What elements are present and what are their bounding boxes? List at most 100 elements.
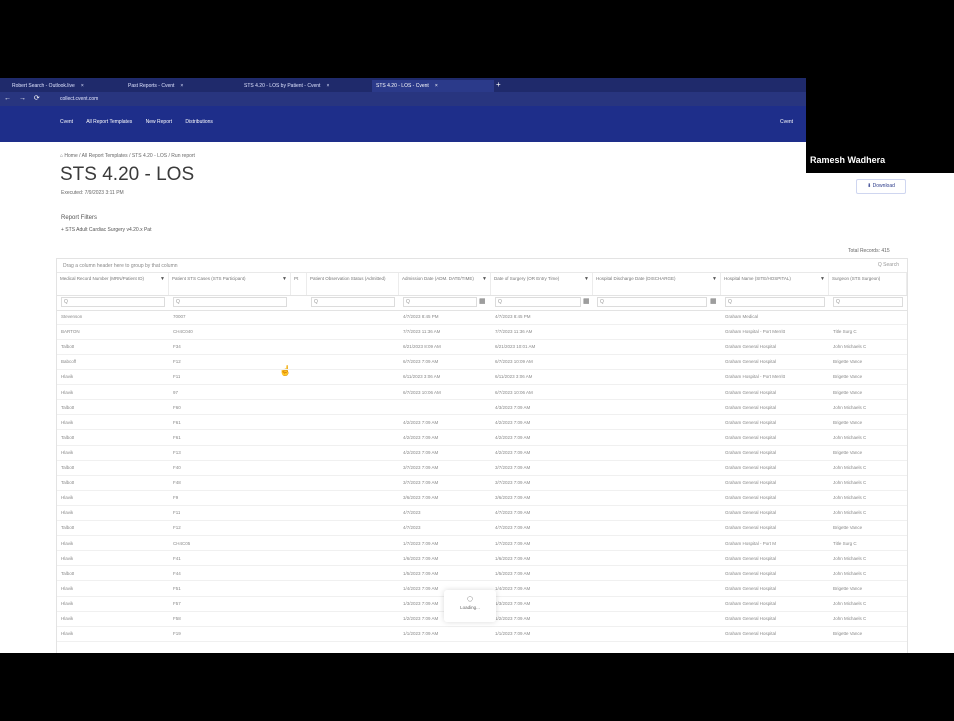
- table-row[interactable]: Talbott F44 1/5/2023 7:09 AM 1/5/2023 7:09 …: [57, 568, 907, 582]
- table-cell: F57: [173, 600, 181, 606]
- column-header[interactable]: Pt: [291, 273, 307, 295]
- report-filter-item[interactable]: + STS Adult Cardiac Surgery v4.20.x Pat: [61, 227, 151, 233]
- column-header[interactable]: Patient Observation Status (Admitted): [307, 273, 399, 295]
- tab-label: STS 4.20 - LOS - Cvent: [376, 83, 429, 89]
- close-icon[interactable]: ×: [81, 83, 84, 89]
- table-cell: Hlavik: [61, 495, 74, 501]
- table-row[interactable]: Talbott F60 4/3/2023 7:09 AM Graham General…: [57, 402, 907, 416]
- table-row[interactable]: BARTON CH4C040 7/7/2023 11:36 AM 7/7/2023 1…: [57, 326, 907, 340]
- filter-icon[interactable]: ▼: [820, 276, 825, 282]
- new-tab-button[interactable]: +: [496, 80, 501, 90]
- menu-item-distributions[interactable]: Distributions: [185, 119, 213, 125]
- table-cell: Hlavik: [61, 631, 74, 637]
- close-icon[interactable]: ×: [326, 83, 329, 89]
- column-header[interactable]: Date of Surgery (OR Entry Time) ▼: [491, 273, 593, 295]
- column-filter-input[interactable]: Q: [173, 297, 287, 307]
- table-row[interactable]: Hlavik F61 4/2/2023 7:09 AM 4/2/2023 7:09 A…: [57, 417, 907, 431]
- table-cell: Title Surg C: [833, 540, 857, 546]
- table-row[interactable]: Hlavik 97 6/7/2023 10:06 AM 6/7/2023 10:06 …: [57, 387, 907, 401]
- table-row[interactable]: Hlavik F41 1/6/2023 7:09 AM 1/6/2023 7:09 A…: [57, 553, 907, 567]
- browser-nav-buttons[interactable]: ← → ⟳: [4, 94, 43, 102]
- browser-tab[interactable]: Robert Search - Outlook.live ×: [8, 80, 122, 92]
- table-cell: Brigette Vance: [833, 419, 863, 425]
- table-cell: CH4C040: [173, 329, 193, 335]
- table-row[interactable]: Talbott F61 4/2/2023 7:09 AM 4/2/2023 7:09 …: [57, 432, 907, 446]
- column-filter-input[interactable]: Q: [403, 297, 477, 307]
- filter-icon[interactable]: ▼: [282, 276, 287, 282]
- table-cell: 1/6/2023 7:09 AM: [495, 555, 531, 561]
- table-row[interactable]: Talbott F40 3/7/2023 7:09 AM 3/7/2023 7:09 …: [57, 462, 907, 476]
- table-cell: John Michaels C: [833, 404, 867, 410]
- column-header[interactable]: Medical Record Number (MRN/Patient ID) ▼: [57, 273, 169, 295]
- column-filter-input[interactable]: Q: [61, 297, 165, 307]
- table-row[interactable]: Hlavik F19 1/1/2023 7:09 AM 1/1/2023 7:09 A…: [57, 628, 907, 642]
- browser-tab[interactable]: STS 4.20 - LOS by Patient - Cvent ×: [240, 80, 370, 92]
- filter-icon[interactable]: ▼: [584, 276, 589, 282]
- table-cell: Hlavik: [61, 616, 74, 621]
- table-row[interactable]: Talbott F34 6/21/2023 8:09 AM 6/21/2023 10:…: [57, 341, 907, 355]
- table-cell: Graham General Hospital: [725, 359, 777, 365]
- breadcrumb[interactable]: ⌂ Home / All Report Templates / STS 4.20…: [60, 153, 195, 159]
- filter-icon[interactable]: ▼: [160, 276, 165, 282]
- group-panel[interactable]: Drag a column header here to group by th…: [57, 259, 907, 273]
- table-cell: 3/7/2023 7:09 AM: [403, 465, 439, 470]
- calendar-icon[interactable]: ▦: [583, 297, 590, 305]
- filter-icon[interactable]: ▼: [712, 276, 717, 282]
- table-cell: Graham General Hospital: [725, 600, 777, 606]
- table-cell: John Michaels C: [833, 555, 867, 561]
- browser-tab-active[interactable]: STS 4.20 - LOS - Cvent ×: [372, 80, 494, 92]
- close-icon[interactable]: ×: [435, 83, 438, 89]
- menu-item-home[interactable]: Cvent: [60, 119, 73, 125]
- table-cell: Talbott: [61, 465, 75, 470]
- download-button[interactable]: ⬇ Download: [856, 179, 906, 194]
- table-cell: F12: [173, 359, 181, 365]
- column-header-label: Date of Surgery (OR Entry Time): [494, 276, 560, 281]
- column-filter-input[interactable]: Q: [833, 297, 903, 307]
- table-cell: 4/7/2023: [403, 510, 421, 516]
- filter-icon[interactable]: ▼: [482, 276, 487, 282]
- table-cell: Brigette Vance: [833, 374, 863, 380]
- table-cell: John Michaels C: [833, 344, 867, 350]
- column-header[interactable]: Admission Date (ADM. DATE/TIME) ▼: [399, 273, 491, 295]
- table-row[interactable]: Hlavik F9 3/6/2023 7:09 AM 3/6/2023 7:09 AM…: [57, 492, 907, 506]
- column-filter-input[interactable]: Q: [311, 297, 395, 307]
- column-header-label: Admission Date (ADM. DATE/TIME): [402, 276, 474, 281]
- browser-tab[interactable]: Past Reports - Cvent ×: [124, 80, 238, 92]
- column-header[interactable]: Surgeon (STS Surgeon): [829, 273, 907, 295]
- table-row[interactable]: Stevenson 70007 4/7/2023 8:45 PM 4/7/2023 8…: [57, 311, 907, 325]
- column-filter-input[interactable]: Q: [597, 297, 707, 307]
- table-row[interactable]: Talbott F12 4/7/2023 4/7/2023 7:09 AM Graham…: [57, 522, 907, 537]
- table-row[interactable]: Hlavik F11 4/7/2023 4/7/2023 7:09 AM Graham …: [57, 507, 907, 522]
- table-row[interactable]: Hlavik CH4C05 1/7/2023 7:09 AM 1/7/2023 7:0…: [57, 538, 907, 552]
- table-row[interactable]: Hlavik F11 6/11/2023 3:06 AM 6/11/2023 3:06…: [57, 371, 907, 386]
- user-menu[interactable]: Cvent: [780, 119, 793, 125]
- table-cell: Graham General Hospital: [725, 389, 777, 395]
- total-records: Total Records: 415: [848, 248, 890, 254]
- menu-item-all-report-templates[interactable]: All Report Templates: [86, 119, 132, 125]
- table-row[interactable]: Hlavik F13 4/2/2023 7:09 AM 4/2/2023 7:09 A…: [57, 447, 907, 461]
- close-icon[interactable]: ×: [180, 83, 183, 89]
- column-filter-input[interactable]: Q: [495, 297, 581, 307]
- table-cell: Brigette Vance: [833, 525, 863, 531]
- table-cell: Hlavik: [61, 389, 74, 395]
- column-header[interactable]: Hospital Discharge Date (DISCHARGE) ▼: [593, 273, 721, 295]
- table-cell: 6/11/2023 3:06 AM: [403, 374, 441, 380]
- column-header-label: Patient Observation Status (Admitted): [310, 276, 386, 281]
- table-cell: Graham General Hospital: [725, 480, 777, 486]
- table-cell: F48: [173, 480, 181, 486]
- menu-item-new-report[interactable]: New Report: [146, 119, 172, 125]
- column-header[interactable]: Hospital Name (SITE/HOSPITAL) ▼: [721, 273, 829, 295]
- table-row[interactable]: Talbott F48 3/7/2023 7:09 AM 3/7/2023 7:09 …: [57, 477, 907, 491]
- table-cell: Graham General Hospital: [725, 631, 777, 637]
- url-field[interactable]: collect.cvent.com: [60, 95, 180, 103]
- column-filter-input[interactable]: Q: [725, 297, 825, 307]
- tab-label: Robert Search - Outlook.live: [12, 83, 75, 89]
- calendar-icon[interactable]: ▦: [479, 297, 486, 305]
- table-cell: 1/2/2023 7:09 AM: [403, 616, 439, 621]
- table-cell: 6/21/2023 8:09 AM: [403, 344, 441, 350]
- calendar-icon[interactable]: ▦: [710, 297, 717, 305]
- column-header[interactable]: Patient STS Cases (STS Participant) ▼: [169, 273, 291, 295]
- grid-search[interactable]: Q Search: [878, 262, 899, 268]
- table-cell: 1/4/2023 7:09 AM: [495, 585, 531, 591]
- table-row[interactable]: Babcoff F12 6/7/2023 7:09 AM 6/7/2023 10:09…: [57, 356, 907, 371]
